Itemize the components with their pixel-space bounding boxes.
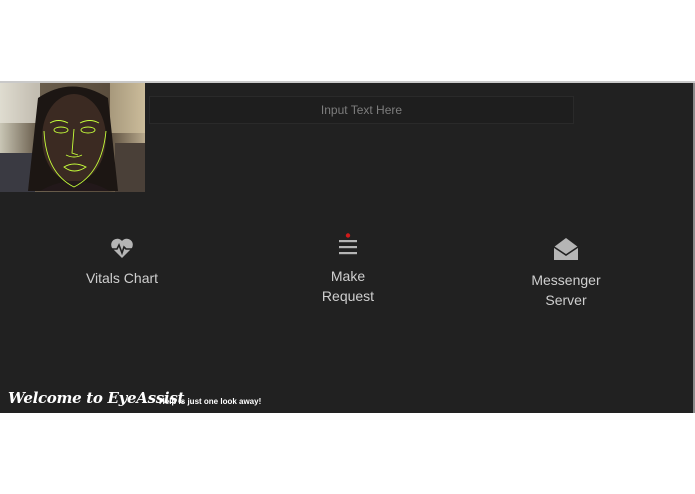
app-title: Welcome to EyeAssist — [8, 389, 185, 407]
text-input[interactable] — [149, 96, 574, 124]
open-envelope-icon — [553, 238, 579, 260]
vitals-chart-label: Vitals Chart — [85, 270, 159, 286]
app-tagline: Help is just one look away! — [159, 397, 262, 406]
messenger-server-label-line1: Messenger — [531, 272, 601, 288]
messenger-server-label-line2: Server — [545, 292, 587, 308]
vitals-chart-button[interactable]: Vitals Chart — [72, 237, 172, 288]
face-tracking-image — [0, 83, 145, 192]
make-request-button[interactable]: Make Request — [298, 233, 398, 306]
make-request-label-line2: Request — [321, 288, 375, 304]
webcam-feed — [0, 83, 145, 192]
menu-lines-icon — [339, 233, 357, 255]
notification-dot — [345, 233, 351, 238]
make-request-label-line1: Make — [330, 268, 366, 284]
eyeassist-app: Vitals Chart Make Request Messenger Serv… — [0, 81, 695, 413]
heartbeat-icon — [111, 238, 133, 258]
messenger-server-button[interactable]: Messenger Server — [516, 237, 616, 310]
